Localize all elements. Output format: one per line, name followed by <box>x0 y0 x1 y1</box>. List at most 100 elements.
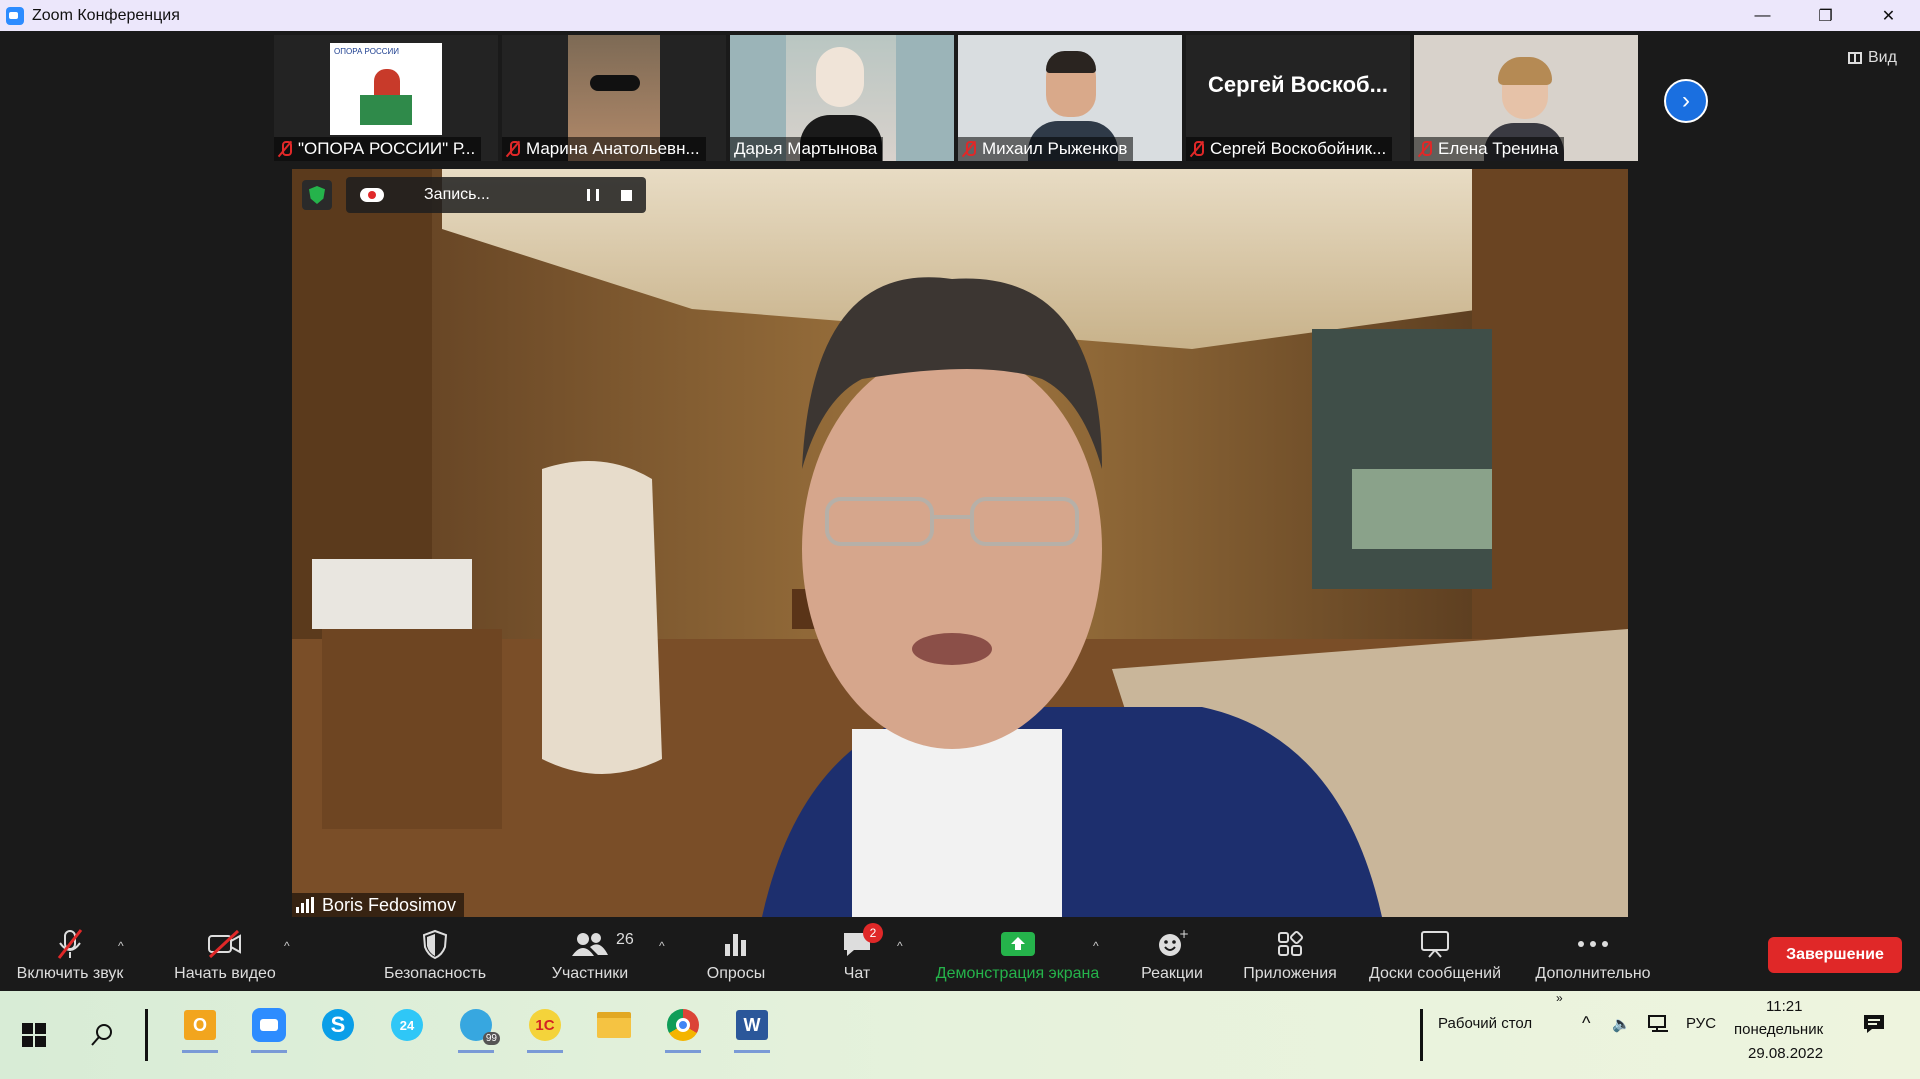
chat-label: Чат <box>843 965 871 982</box>
muted-mic-icon <box>1190 140 1204 158</box>
chrome-app-icon[interactable] <box>661 1003 705 1053</box>
outlook-app-icon[interactable]: O <box>178 1003 222 1053</box>
apps-label: Приложения <box>1243 965 1337 982</box>
smiley-icon: + <box>1156 927 1188 961</box>
participant-name: Елена Тренина <box>1414 137 1565 161</box>
polls-label: Опросы <box>706 965 766 982</box>
participant-thumb[interactable]: ОПОРА РОССИИ "ОПОРА РОССИИ" Р... <box>274 35 498 161</box>
security-button[interactable]: Безопасность <box>375 923 495 991</box>
next-page-arrow-icon[interactable]: › <box>1664 79 1708 123</box>
taskbar-divider <box>145 1009 148 1061</box>
windows-taskbar: O S 24 99 1С W Рабочий стол » ^ 🔈 РУС 11… <box>0 991 1920 1079</box>
reactions-button[interactable]: + Реакции <box>1112 923 1232 991</box>
muted-mic-icon <box>55 927 85 961</box>
security-label: Безопасность <box>383 965 487 982</box>
search-icon[interactable] <box>80 1013 124 1057</box>
muted-mic-icon <box>1418 140 1432 158</box>
participant-strip: ОПОРА РОССИИ "ОПОРА РОССИИ" Р... Марина … <box>274 35 1638 161</box>
muted-mic-icon <box>962 140 976 158</box>
speaker-volume-icon[interactable]: 🔈 <box>1612 1015 1631 1033</box>
minimize-button[interactable]: — <box>1731 0 1794 31</box>
logo-text: ОПОРА РОССИИ <box>334 47 399 56</box>
video-off-icon <box>206 927 244 961</box>
pause-recording-icon[interactable] <box>587 189 599 201</box>
speaker-name: Boris Fedosimov <box>322 894 457 915</box>
encryption-shield-icon[interactable] <box>302 180 332 210</box>
whiteboards-label: Доски сообщений <box>1368 965 1502 982</box>
more-label: Дополнительно <box>1535 965 1651 982</box>
participant-thumb[interactable]: Марина Анатольевн... <box>502 35 726 161</box>
1c-app-icon[interactable]: 1С <box>523 1003 567 1053</box>
whiteboard-icon <box>1419 927 1451 961</box>
taskbar-divider <box>1420 1009 1423 1061</box>
recording-indicator: Запись... <box>346 177 646 213</box>
chat-caret-icon[interactable]: ^ <box>897 939 903 953</box>
more-dots-icon <box>1576 927 1610 961</box>
more-button[interactable]: Дополнительно <box>1518 923 1668 991</box>
window-title: Zoom Конференция <box>32 6 180 24</box>
chat-button[interactable]: 2 Чат <box>797 923 917 991</box>
audio-options-caret-icon[interactable]: ^ <box>118 939 124 953</box>
network-icon[interactable] <box>1648 1015 1670 1037</box>
svg-text:+: + <box>1179 929 1188 941</box>
cloud-recording-icon <box>360 188 384 202</box>
start-video-button[interactable]: Начать видео <box>165 923 285 991</box>
clock-date[interactable]: 29.08.2022 <box>1748 1045 1823 1062</box>
participant-name: Сергей Воскобойник... <box>1186 137 1393 161</box>
participant-thumb[interactable]: Михаил Рыженков <box>958 35 1182 161</box>
grid-icon <box>1848 52 1862 64</box>
file-explorer-icon[interactable] <box>592 1003 636 1047</box>
end-meeting-button[interactable]: Завершение <box>1768 937 1902 973</box>
stop-recording-icon[interactable] <box>621 189 632 201</box>
clock-weekday[interactable]: понедельник <box>1734 1021 1823 1038</box>
app-badge: 99 <box>482 1032 500 1045</box>
windows-start-icon[interactable] <box>12 1013 56 1057</box>
participant-thumb[interactable]: Сергей Воскоб... Сергей Воскобойник... <box>1186 35 1410 161</box>
skype-app-icon[interactable]: S <box>316 1003 360 1047</box>
share-screen-button[interactable]: Демонстрация экрана <box>925 923 1110 991</box>
whiteboards-button[interactable]: Доски сообщений <box>1360 923 1510 991</box>
close-button[interactable]: ✕ <box>1857 0 1920 31</box>
meeting-toolbar: Включить звук ^ Начать видео ^ Безопасно… <box>0 923 1920 991</box>
restore-button[interactable]: ❐ <box>1794 0 1857 31</box>
polls-button[interactable]: Опросы <box>676 923 796 991</box>
view-button[interactable]: Вид <box>1848 49 1897 67</box>
participant-name: "ОПОРА РОССИИ" Р... <box>274 137 482 161</box>
desktop-toolbar-label[interactable]: Рабочий стол <box>1438 1015 1532 1032</box>
notifications-icon[interactable] <box>1862 1013 1886 1039</box>
zoom-app-icon <box>6 6 24 25</box>
input-language[interactable]: РУС <box>1686 1015 1716 1032</box>
word-app-icon[interactable]: W <box>730 1003 774 1053</box>
participants-count: 26 <box>616 931 634 948</box>
title-bar: Zoom Конференция — ❐ ✕ <box>0 0 1920 31</box>
unmute-button[interactable]: Включить звук <box>10 923 130 991</box>
signal-bars-icon <box>296 897 314 913</box>
participants-icon: 26 <box>570 927 634 961</box>
messenger-app-icon[interactable]: 99 <box>454 1003 500 1053</box>
participant-thumb[interactable]: Елена Тренина <box>1414 35 1638 161</box>
participant-name: Марина Анатольевн... <box>502 137 706 161</box>
bitrix24-app-icon[interactable]: 24 <box>385 1003 429 1047</box>
view-button-label: Вид <box>1868 49 1897 66</box>
video-options-caret-icon[interactable]: ^ <box>284 939 290 953</box>
chat-unread-badge: 2 <box>863 923 883 943</box>
participant-name: Дарья Мартынова <box>730 137 884 161</box>
zoom-app-icon[interactable] <box>247 1003 291 1053</box>
chat-bubble-icon: 2 <box>841 923 883 961</box>
participant-thumb[interactable]: Дарья Мартынова <box>730 35 954 161</box>
share-screen-label: Демонстрация экрана <box>935 965 1100 982</box>
participants-caret-icon[interactable]: ^ <box>659 939 665 953</box>
unmute-label: Включить звук <box>16 965 124 982</box>
apps-icon <box>1275 927 1305 961</box>
chevron-up-icon[interactable]: ^ <box>1582 1013 1590 1034</box>
clock-time[interactable]: 11:21 <box>1766 998 1802 1015</box>
shield-icon <box>420 927 450 961</box>
speaker-name-tag: Boris Fedosimov <box>292 893 465 917</box>
toolbar-expand-icon[interactable]: » <box>1556 991 1563 1005</box>
apps-button[interactable]: Приложения <box>1230 923 1350 991</box>
share-screen-icon <box>1000 927 1036 961</box>
share-options-caret-icon[interactable]: ^ <box>1093 939 1099 953</box>
muted-mic-icon <box>506 140 520 158</box>
active-speaker-video: Запись... Boris Fedosimov <box>292 169 1628 917</box>
participants-button[interactable]: 26 Участники <box>530 923 650 991</box>
